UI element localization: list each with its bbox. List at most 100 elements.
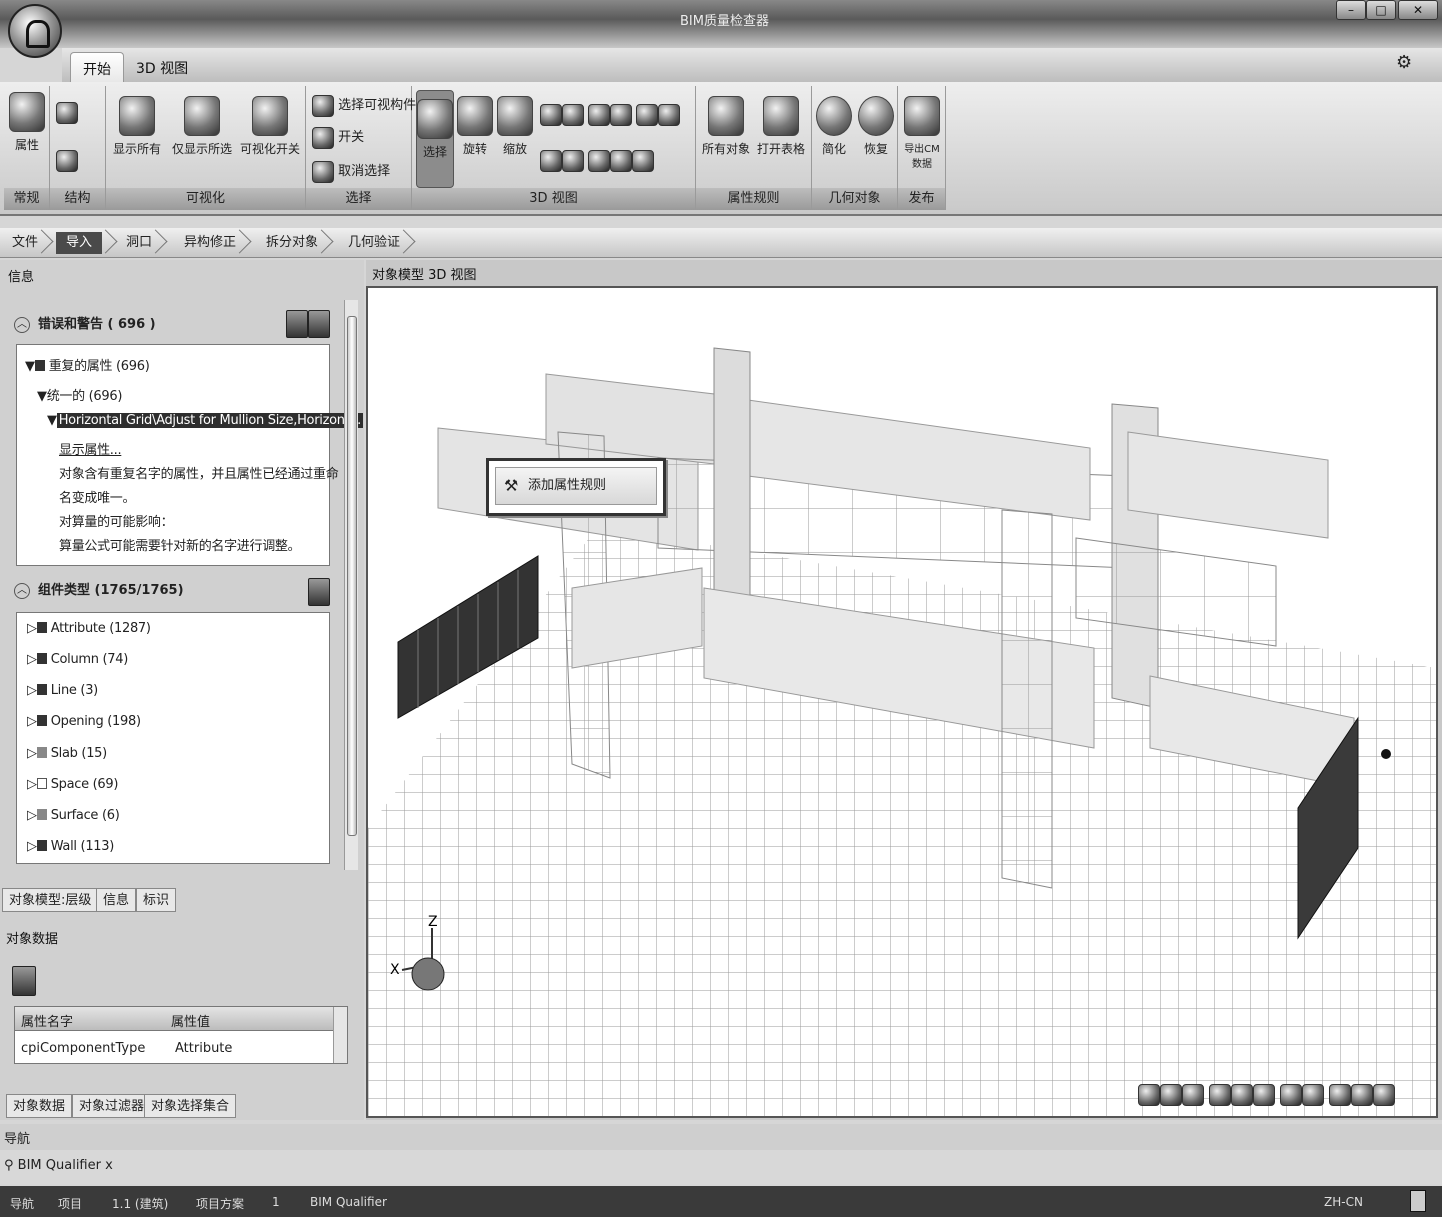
type-node-wall[interactable]: ▷ Wall (113) (27, 839, 114, 854)
tree-node-selected-item[interactable]: ▼ Horizontal Grid\Adjust for Mullion Size… (47, 413, 363, 428)
view-icon-8[interactable] (1302, 1084, 1325, 1106)
scroll-thumb[interactable] (347, 316, 357, 836)
export-cm-button[interactable]: 导出CM数据 (900, 96, 944, 170)
structure-collapse-button[interactable] (56, 150, 78, 172)
open-table-label: 打开表格 (756, 142, 805, 156)
taskbar-item[interactable]: 1 (272, 1195, 280, 1209)
taskbar-item[interactable]: 项目方案 (196, 1195, 244, 1212)
properties-button[interactable]: 属性 (8, 92, 46, 153)
view-tool-row-2[interactable] (540, 150, 655, 172)
types-section-header[interactable]: ︿ 组件类型 (1765/1765) (10, 576, 332, 606)
select-button[interactable]: 选择 (416, 90, 454, 188)
type-node-attribute[interactable]: ▷ Attribute (1287) (27, 621, 151, 636)
simplify-button[interactable]: 简化 (814, 96, 854, 157)
step-geometry-validation[interactable]: 几何验证 (338, 232, 400, 254)
app-logo[interactable] (8, 4, 62, 58)
select-visible-button[interactable]: 选择可视构件 (312, 94, 416, 117)
expand-icon (56, 102, 78, 124)
pivot-point (1381, 749, 1391, 759)
minimize-button[interactable]: – (1336, 0, 1366, 20)
export-cm-label: 导出CM数据 (904, 144, 940, 170)
all-objects-button[interactable]: 所有对象 (700, 96, 752, 157)
wand-icon: ⚒ (504, 476, 519, 495)
taskbar: 导航 项目 1.1 (建筑) 项目方案 1 BIM Qualifier ZH-C… (0, 1186, 1442, 1217)
open-table-button[interactable]: 打开表格 (754, 96, 808, 157)
tree-node-label: 统一的 (696) (46, 389, 123, 404)
table-scrollbar[interactable] (333, 1007, 347, 1063)
language-indicator[interactable]: ZH-CN (1324, 1195, 1363, 1209)
step-openings[interactable]: 洞口 (116, 232, 152, 254)
add-property-rule-menu-item[interactable]: ⚒ 添加属性规则 (495, 467, 657, 505)
toggle-button[interactable]: 开关 (312, 126, 364, 149)
show-properties-link[interactable]: 显示属性... (59, 439, 122, 458)
tab-home[interactable]: 开始 (70, 52, 124, 82)
tab-identity[interactable]: 标识 (136, 888, 177, 912)
tab-object-selection-set[interactable]: 对象选择集合 (144, 1094, 237, 1118)
toggle-label: 开关 (338, 130, 365, 145)
view-icon-5[interactable] (1231, 1084, 1254, 1106)
help-icon[interactable]: ⚙ (1396, 52, 1430, 73)
visibility-toggle-button[interactable]: 可视化开关 (238, 96, 302, 157)
plugin-close-button[interactable]: x (105, 1158, 113, 1173)
structure-expand-button[interactable] (56, 102, 78, 124)
close-button[interactable]: ✕ (1398, 0, 1438, 20)
maximize-button[interactable]: □ (1366, 0, 1396, 20)
step-import[interactable]: 导入 (56, 232, 103, 254)
object-data-table: 属性名字 属性值 cpiComponentType Attribute (14, 1006, 348, 1064)
nav-bar: 导航 (0, 1124, 1442, 1150)
edit-pen-icon[interactable] (308, 578, 330, 606)
view-icon-6[interactable] (1253, 1084, 1276, 1106)
show-selected-only-button[interactable]: 仅显示所选 (168, 96, 236, 157)
rotate-button[interactable]: 旋转 (456, 96, 494, 157)
view-icon-7[interactable] (1280, 1084, 1303, 1106)
restore-button[interactable]: 恢复 (856, 96, 896, 157)
info-scrollbar[interactable] (344, 300, 358, 870)
tab-object-data[interactable]: 对象数据 (6, 1094, 73, 1118)
view-tool-row-1[interactable] (540, 104, 681, 126)
type-node-line[interactable]: ▷ Line (3) (27, 683, 98, 698)
ribbon: 属性 常规 结构 显示所有 仅显示所选 可视化开关 可视化 选择可视构件 开关 … (0, 82, 1442, 216)
view-icon-3[interactable] (1182, 1084, 1204, 1106)
tab-object-model-hierarchy[interactable]: 对象模型:层级 (2, 888, 99, 912)
tab-object-filter[interactable]: 对象过滤器 (72, 1094, 152, 1118)
3d-viewport[interactable]: Z X ⚒ 添加属性规则 (366, 286, 1438, 1118)
step-heterogeneous-fix[interactable]: 异构修正 (174, 232, 236, 254)
title-bar: BIM质量检查器 – □ ✕ (0, 0, 1442, 48)
taskbar-item[interactable]: 导航 (10, 1195, 34, 1212)
step-split-objects[interactable]: 拆分对象 (256, 232, 318, 254)
type-node-surface[interactable]: ▷ Surface (6) (27, 808, 120, 823)
errors-section-header[interactable]: ︿ 错误和警告 ( 696 ) (10, 310, 332, 340)
type-node-label: Attribute (1287) (50, 621, 151, 636)
show-all-button[interactable]: 显示所有 (108, 96, 166, 157)
tab-3d-view[interactable]: 3D 视图 (124, 52, 200, 82)
taskbar-item[interactable]: 1.1 (建筑) (112, 1195, 168, 1212)
type-node-column[interactable]: ▷ Column (74) (27, 652, 128, 667)
tree-node-duplicate-props[interactable]: ▼ 重复的属性 (696) (25, 355, 150, 374)
view-icon-1[interactable] (1138, 1084, 1160, 1106)
type-node-opening[interactable]: ▷ Opening (198) (27, 714, 141, 729)
tree-node-unified[interactable]: ▼统一的 (696) (37, 385, 122, 404)
view-icon-2[interactable] (1160, 1084, 1182, 1106)
type-node-space[interactable]: ▷ Space (69) (27, 777, 118, 792)
step-file[interactable]: 文件 (2, 232, 38, 254)
plugin-tab[interactable]: ⚲ BIM Qualifier x (4, 1158, 113, 1173)
group-general: 属性 常规 (4, 86, 50, 210)
type-node-slab[interactable]: ▷ Slab (15) (27, 746, 107, 761)
taskbar-item[interactable]: BIM Qualifier (310, 1195, 387, 1209)
view-icon-9[interactable] (1329, 1084, 1352, 1106)
view-icon-11[interactable] (1373, 1084, 1396, 1106)
zoom-button[interactable]: 缩放 (496, 96, 534, 157)
edit-pen-icon[interactable] (286, 310, 308, 338)
table-cell-value: Attribute (175, 1041, 233, 1056)
3d-scene[interactable]: Z X (368, 288, 1436, 1116)
table-header-name: 属性名字 (21, 1015, 74, 1030)
deselect-button[interactable]: 取消选择 (312, 160, 390, 183)
group-property-rules-label: 属性规则 (696, 188, 811, 210)
tab-info[interactable]: 信息 (96, 888, 137, 912)
view-icon-10[interactable] (1351, 1084, 1374, 1106)
table-row[interactable]: cpiComponentType Attribute (15, 1037, 333, 1061)
object-data-tool-icon[interactable] (12, 966, 36, 996)
edit-pen-alt-icon[interactable] (308, 310, 330, 338)
taskbar-item[interactable]: 项目 (58, 1195, 82, 1212)
view-icon-4[interactable] (1209, 1084, 1232, 1106)
